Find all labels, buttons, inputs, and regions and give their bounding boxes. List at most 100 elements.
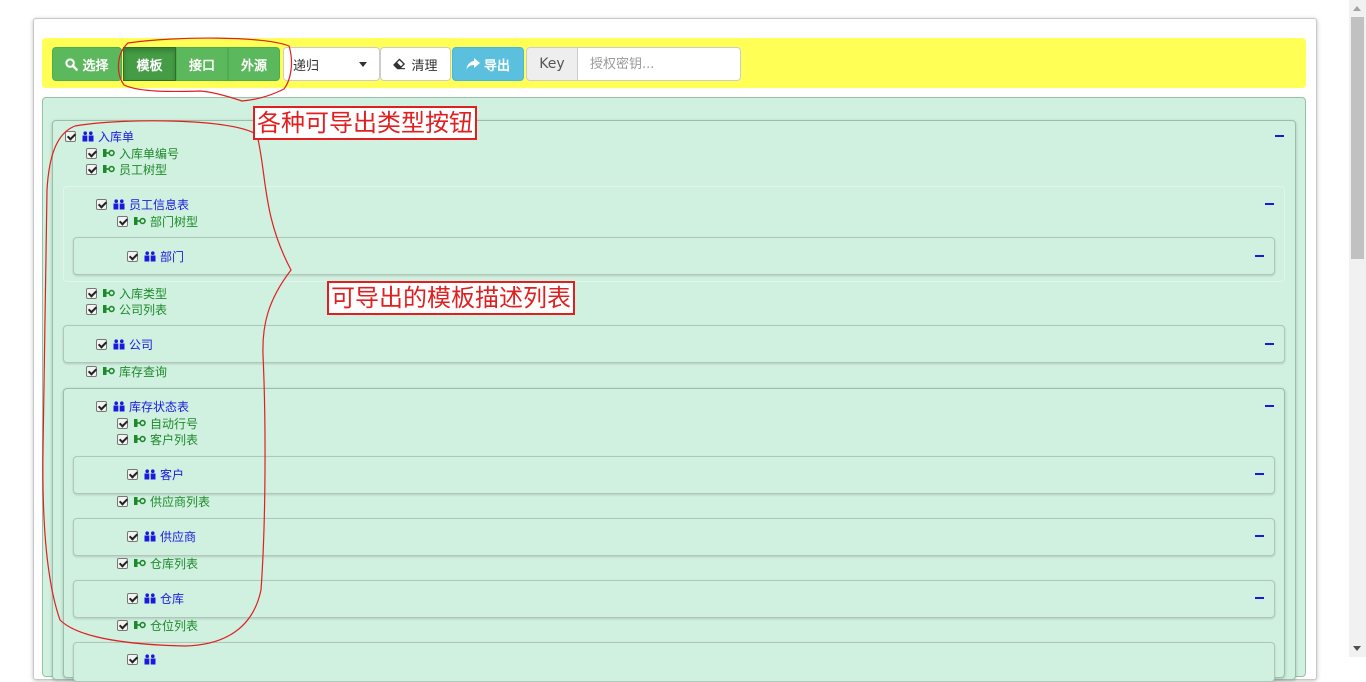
node-more — [73, 642, 1275, 682]
field-node-icon — [103, 367, 115, 375]
collapse-icon[interactable] — [1265, 405, 1274, 407]
tree-node-customer: 客户 — [127, 466, 184, 482]
collapse-icon[interactable] — [1265, 343, 1274, 345]
checkbox[interactable] — [96, 400, 107, 412]
scroll-up-icon[interactable] — [1353, 6, 1361, 11]
field-label: 员工树型 — [119, 162, 168, 177]
field-node-icon — [134, 419, 146, 427]
collapse-icon[interactable] — [1275, 135, 1284, 137]
field-label: 仓位列表 — [150, 618, 199, 633]
field-label: 仓库列表 — [150, 556, 199, 571]
object-node-icon — [144, 469, 156, 480]
export-button-label: 导出 — [483, 58, 510, 74]
mode-select[interactable]: 递归 — [283, 47, 380, 81]
checkbox[interactable] — [65, 130, 76, 142]
checkbox[interactable] — [86, 147, 97, 159]
select-button-label: 选择 — [82, 58, 109, 74]
checkbox[interactable] — [127, 592, 138, 604]
node-label: 公司 — [129, 337, 154, 352]
object-node-icon — [144, 531, 156, 542]
external-source-button[interactable]: 外源 — [228, 47, 280, 81]
tree-node-stock-status: 库存状态表 — [96, 398, 189, 414]
interface-button[interactable]: 接口 — [176, 47, 228, 81]
search-icon — [65, 57, 79, 71]
template-button[interactable]: 模板 — [123, 47, 176, 81]
eraser-icon — [393, 58, 406, 70]
tree-field-supplier-list: 供应商列表 — [117, 493, 210, 509]
tree-field-customer-list: 客户列表 — [117, 431, 198, 447]
node-label: 部门 — [160, 249, 185, 264]
checkbox[interactable] — [127, 250, 138, 262]
checkbox[interactable] — [96, 338, 107, 350]
auth-key-input[interactable] — [577, 47, 741, 81]
collapse-icon[interactable] — [1255, 597, 1264, 599]
tree-node-department: 部门 — [127, 248, 184, 264]
object-node-icon — [144, 251, 156, 262]
field-label: 入库单编号 — [119, 146, 180, 161]
tree-field-order-no: 入库单编号 — [86, 145, 179, 161]
checkbox[interactable] — [117, 215, 128, 227]
checkbox[interactable] — [117, 495, 128, 507]
checkbox[interactable] — [127, 530, 138, 542]
checkbox[interactable] — [86, 287, 97, 299]
tree-field-inbound-type: 入库类型 — [86, 285, 167, 301]
tree-node-company: 公司 — [96, 336, 153, 352]
checkbox[interactable] — [86, 303, 97, 315]
scroll-down-icon[interactable] — [1353, 646, 1361, 651]
collapse-icon[interactable] — [1255, 255, 1264, 257]
annotation-list-note: 可导出的模板描述列表 — [327, 281, 575, 315]
checkbox[interactable] — [86, 163, 97, 175]
object-node-icon — [113, 401, 125, 412]
collapse-icon[interactable] — [1255, 473, 1264, 475]
field-label: 供应商列表 — [150, 494, 211, 509]
field-node-icon — [134, 559, 146, 567]
field-node-icon — [134, 497, 146, 505]
checkbox[interactable] — [127, 468, 138, 480]
external-source-button-label: 外源 — [240, 58, 267, 74]
field-label: 公司列表 — [119, 302, 168, 317]
node-label: 入库单 — [98, 129, 135, 144]
checkbox[interactable] — [127, 653, 138, 665]
node-supplier — [73, 518, 1275, 556]
collapse-icon[interactable] — [1265, 203, 1274, 205]
checkbox[interactable] — [117, 619, 128, 631]
object-node-icon — [144, 593, 156, 604]
object-node-icon — [144, 654, 156, 665]
field-label: 入库类型 — [119, 286, 168, 301]
tree-node-partial — [127, 651, 160, 667]
interface-button-label: 接口 — [188, 58, 215, 74]
object-node-icon — [113, 199, 125, 210]
tree-field-stock-query: 库存查询 — [86, 363, 167, 379]
node-company — [63, 325, 1285, 363]
tree-field-company-list: 公司列表 — [86, 301, 167, 317]
node-department — [73, 237, 1275, 275]
node-label: 仓库 — [160, 591, 185, 606]
checkbox[interactable] — [117, 433, 128, 445]
clear-button-label: 清理 — [411, 58, 438, 74]
annotation-buttons-note: 各种可导出类型按钮 — [253, 106, 477, 140]
checkbox[interactable] — [96, 198, 107, 210]
node-label: 客户 — [160, 467, 185, 482]
caret-down-icon — [359, 62, 367, 67]
node-customer — [73, 456, 1275, 494]
export-button[interactable]: 导出 — [452, 47, 524, 81]
object-node-icon — [113, 339, 125, 350]
tree-node-employee-info: 员工信息表 — [96, 196, 189, 212]
object-node-icon — [82, 131, 94, 142]
collapse-icon[interactable] — [1255, 535, 1264, 537]
checkbox[interactable] — [86, 365, 97, 377]
mode-select-value: 递归 — [293, 58, 320, 74]
field-label: 库存查询 — [119, 364, 168, 379]
clear-button[interactable]: 清理 — [380, 47, 451, 81]
scroll-thumb[interactable] — [1351, 17, 1364, 259]
field-node-icon — [103, 305, 115, 313]
vertical-scrollbar[interactable] — [1349, 0, 1366, 657]
select-button[interactable]: 选择 — [52, 47, 122, 81]
field-node-icon — [103, 289, 115, 297]
tree-field-location-list: 仓位列表 — [117, 617, 198, 633]
field-node-icon — [134, 217, 146, 225]
field-node-icon — [103, 165, 115, 173]
checkbox[interactable] — [117, 417, 128, 429]
tree-field-employee-tree: 员工树型 — [86, 161, 167, 177]
checkbox[interactable] — [117, 557, 128, 569]
